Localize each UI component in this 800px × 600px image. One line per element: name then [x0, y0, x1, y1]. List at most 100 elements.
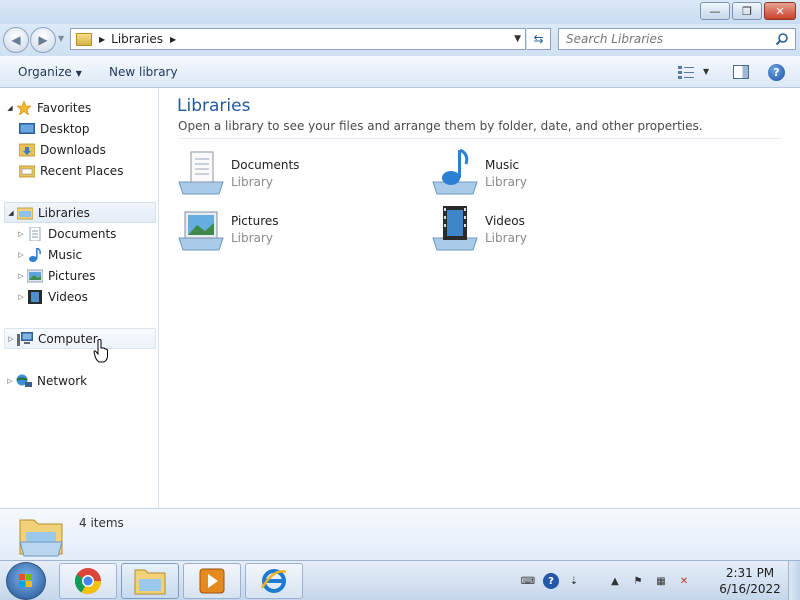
search-input[interactable] — [566, 32, 766, 46]
libraries-folder-icon — [76, 32, 92, 46]
chrome-taskbar-button[interactable] — [59, 563, 117, 599]
preview-pane-icon[interactable] — [733, 65, 749, 79]
show-desktop-button[interactable] — [788, 561, 800, 600]
breadcrumb-arrow-icon[interactable]: ▶ — [170, 35, 176, 44]
help-icon[interactable]: ? — [768, 64, 785, 81]
media-player-taskbar-button[interactable] — [183, 563, 241, 599]
divider — [178, 138, 782, 139]
library-documents[interactable]: Documents Library — [177, 148, 397, 202]
new-library-button[interactable]: New library — [109, 65, 178, 79]
view-options-chevron-icon[interactable]: ▼ — [703, 67, 709, 76]
star-icon — [16, 100, 32, 115]
downloads-folder-icon — [19, 143, 35, 156]
organize-label: Organize — [18, 65, 72, 79]
forward-button[interactable]: ▶ — [30, 27, 56, 53]
nav-network[interactable]: ▷ Network — [4, 370, 156, 391]
nav-libraries-label: Libraries — [38, 205, 90, 220]
library-type: Library — [485, 175, 527, 189]
organize-button[interactable]: Organize ▼ — [18, 65, 82, 79]
nav-downloads-label: Downloads — [40, 142, 106, 157]
chrome-icon — [74, 568, 102, 595]
nav-documents-label: Documents — [48, 226, 117, 241]
nav-documents[interactable]: ▷ Documents — [4, 223, 156, 244]
breadcrumb-libraries[interactable]: Libraries — [111, 32, 163, 46]
nav-desktop-label: Desktop — [40, 121, 90, 136]
library-name: Music — [485, 158, 520, 172]
nav-videos[interactable]: ▷ Videos — [4, 286, 156, 307]
media-player-icon — [199, 568, 225, 594]
collapsed-arrow-icon[interactable]: ▷ — [5, 335, 17, 343]
minimize-button[interactable]: — — [700, 2, 730, 20]
breadcrumb-arrow-icon[interactable]: ▶ — [99, 35, 105, 44]
start-button[interactable] — [6, 562, 46, 600]
nav-libraries[interactable]: ◢ Libraries — [4, 202, 156, 223]
clock[interactable]: 2:31 PM 6/16/2022 — [716, 565, 784, 597]
address-dropdown-icon[interactable]: ▼ — [514, 34, 521, 44]
volume-muted-icon[interactable]: ✕ — [676, 573, 692, 589]
library-type: Library — [231, 175, 273, 189]
address-bar[interactable]: ▶ Libraries ▶ ▼ — [70, 28, 526, 50]
library-music[interactable]: Music Library — [431, 148, 651, 202]
pictures-icon — [27, 269, 43, 282]
page-title: Libraries — [177, 96, 251, 116]
music-library-icon — [432, 148, 478, 195]
search-icon[interactable] — [775, 32, 789, 46]
network-icon — [16, 374, 32, 387]
internet-explorer-icon — [260, 569, 287, 593]
search-box[interactable] — [558, 28, 796, 50]
library-name: Documents — [231, 158, 300, 172]
taskbar: ⌨ ? ⇣ ▲ ⚑ ▦ ✕ 2:31 PM 6/16/2022 — [0, 560, 800, 600]
nav-pictures[interactable]: ▷ Pictures — [4, 265, 156, 286]
collapsed-arrow-icon[interactable]: ▷ — [15, 230, 27, 238]
library-videos[interactable]: Videos Library — [431, 204, 651, 258]
explorer-icon — [134, 569, 166, 595]
nav-downloads[interactable]: Downloads — [4, 139, 156, 160]
keyboard-icon[interactable]: ⌨ — [520, 573, 536, 589]
nav-pictures-label: Pictures — [48, 268, 96, 283]
content-area: Libraries Open a library to see your fil… — [160, 88, 800, 508]
music-note-icon — [29, 247, 41, 262]
recent-pages-dropdown[interactable]: ▼ — [58, 34, 64, 43]
collapsed-arrow-icon[interactable]: ▷ — [15, 293, 27, 301]
recent-places-icon — [19, 165, 35, 177]
expanded-arrow-icon[interactable]: ◢ — [4, 104, 16, 112]
nav-desktop[interactable]: Desktop — [4, 118, 156, 139]
nav-computer[interactable]: ▷ Computer — [4, 328, 156, 349]
chevron-down-icon: ▼ — [75, 69, 82, 78]
back-button[interactable]: ◀ — [3, 27, 29, 53]
collapsed-arrow-icon[interactable]: ▷ — [15, 251, 27, 259]
internet-explorer-taskbar-button[interactable] — [245, 563, 303, 599]
details-pane: 4 items — [0, 508, 800, 560]
pictures-library-icon — [178, 211, 224, 251]
library-pictures[interactable]: Pictures Library — [177, 204, 397, 258]
nav-favorites[interactable]: ◢ Favorites — [4, 97, 156, 118]
nav-computer-label: Computer — [38, 331, 98, 346]
explorer-taskbar-button[interactable] — [121, 563, 179, 599]
clock-time: 2:31 PM — [725, 566, 775, 580]
navigation-pane: ◢ Favorites Desktop Downloads Recent Pla… — [0, 88, 159, 508]
restore-down-icon[interactable]: ⇣ — [566, 573, 582, 589]
window-controls: — ❐ ✕ — [700, 2, 796, 20]
change-view-icon[interactable] — [678, 65, 694, 79]
restore-button[interactable]: ❐ — [732, 2, 762, 20]
collapsed-arrow-icon[interactable]: ▷ — [15, 272, 27, 280]
nav-recent-places[interactable]: Recent Places — [4, 160, 156, 181]
help-tray-icon[interactable]: ? — [543, 573, 559, 589]
hand-cursor-icon — [93, 339, 108, 363]
network-tray-icon[interactable]: ▦ — [653, 573, 669, 589]
refresh-button[interactable]: ⇆ — [527, 28, 551, 50]
expanded-arrow-icon[interactable]: ◢ — [5, 209, 17, 217]
show-hidden-icons-icon[interactable]: ▲ — [607, 573, 623, 589]
collapsed-arrow-icon[interactable]: ▷ — [4, 377, 16, 385]
action-center-flag-icon[interactable]: ⚑ — [630, 573, 646, 589]
command-bar: Organize ▼ New library ▼ ? — [0, 56, 800, 88]
library-name: Videos — [485, 214, 525, 228]
nav-videos-label: Videos — [48, 289, 88, 304]
library-name: Pictures — [231, 214, 279, 228]
nav-network-label: Network — [37, 373, 88, 388]
item-count: 4 items — [79, 516, 124, 530]
nav-recent-places-label: Recent Places — [40, 163, 124, 178]
nav-music[interactable]: ▷ Music — [4, 244, 156, 265]
close-button[interactable]: ✕ — [764, 2, 796, 20]
address-row: ◀ ▶ ▼ ▶ Libraries ▶ ▼ ⇆ — [0, 24, 800, 56]
